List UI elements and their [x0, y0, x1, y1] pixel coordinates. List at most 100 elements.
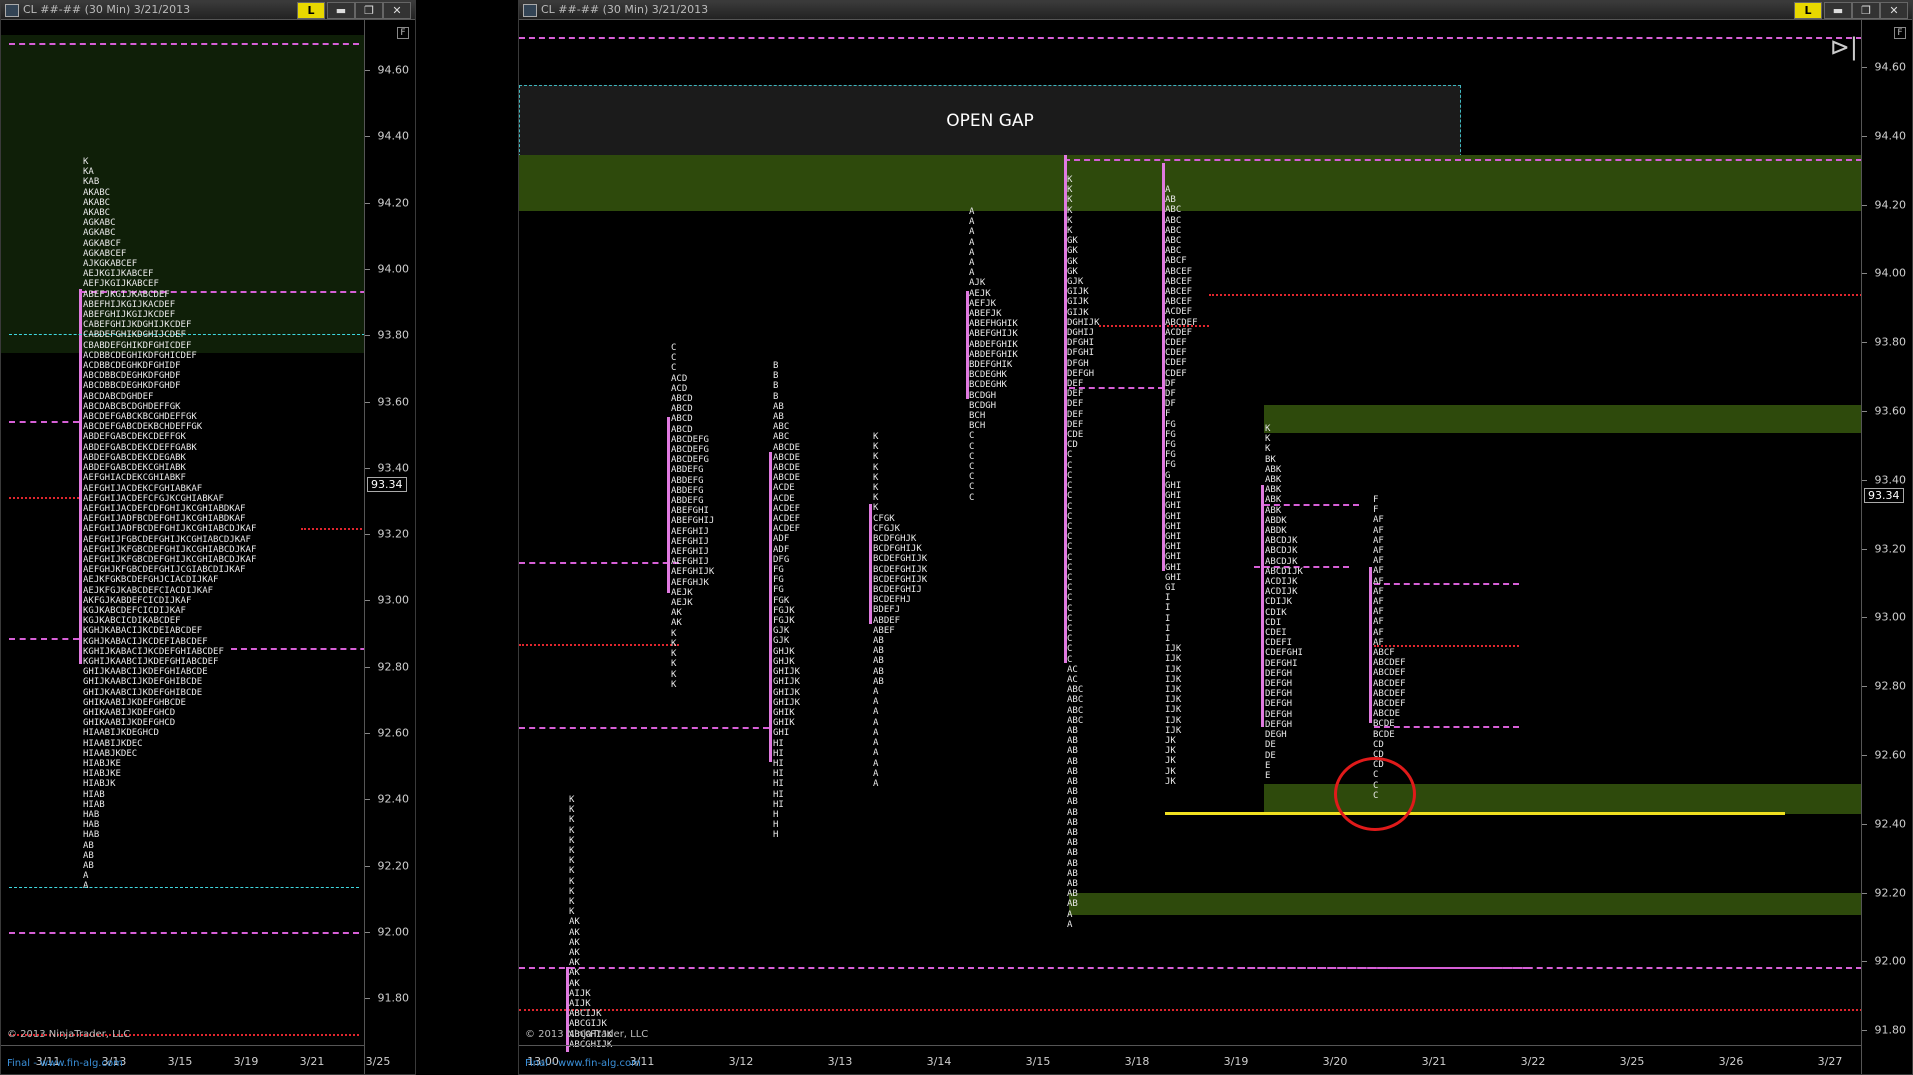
- reference-line: [519, 967, 1862, 969]
- reference-line: [519, 1009, 1862, 1011]
- price-tick-label: 93.00: [1874, 610, 1907, 624]
- date-tick-label: 3/12: [728, 1055, 754, 1068]
- date-tick-label: 3/21: [299, 1055, 325, 1068]
- price-tick-label: 94.20: [1874, 198, 1907, 212]
- play-end-icon[interactable]: ⊳|: [1830, 33, 1858, 61]
- left-plot-area[interactable]: ⊳| K KA KAB AKABC AKABC AKABC AGKABC AGK…: [1, 19, 365, 1074]
- day-profile: K K K K K K K K CFGK CFGJK BCDFGHJK BCDF…: [873, 432, 928, 789]
- price-tick-label: 93.80: [1874, 335, 1907, 349]
- price-tick-mark: [365, 467, 370, 469]
- composite-profile: K KA KAB AKABC AKABC AKABC AGKABC AGKABC…: [83, 157, 257, 892]
- reference-line: [519, 562, 679, 564]
- f-button[interactable]: F: [1894, 27, 1906, 39]
- profile-value-bar: [79, 289, 82, 664]
- price-tick-label: 94.60: [1874, 60, 1907, 74]
- price-tick-label: 94.00: [1874, 266, 1907, 280]
- reference-line: [9, 421, 79, 423]
- right-price-axis[interactable]: F 94.60 94.40 94.20 94.00 93.80 93.60 93.40 93.…: [1861, 19, 1912, 1074]
- price-tick-label: 94.00: [377, 262, 410, 276]
- reference-line: [519, 37, 1862, 39]
- poc-line: [519, 644, 679, 646]
- profile-value-bar: [667, 417, 670, 593]
- price-tick-label: 94.40: [1874, 129, 1907, 143]
- price-tick-mark: [365, 865, 370, 867]
- footer-text: Final - www.fin-alg.com: [525, 1058, 641, 1069]
- price-tick-mark: [365, 998, 370, 1000]
- date-tick-label: 3/22: [1520, 1055, 1546, 1068]
- price-tick-mark: [1862, 479, 1867, 481]
- price-tick-mark: [1862, 273, 1867, 275]
- close-button[interactable]: ✕: [1880, 2, 1908, 19]
- reference-line: [9, 932, 359, 934]
- left-chart-window: CL ##-## (30 Min) 3/21/2013 L ▬ ❐ ✕ ⊳| K…: [0, 0, 416, 1075]
- reference-line: [519, 727, 769, 729]
- footer-text: Final - www.fin-alg.com: [7, 1058, 123, 1069]
- open-gap-label: OPEN GAP: [946, 111, 1034, 131]
- chart-window-icon: [5, 4, 19, 17]
- right-plot-area[interactable]: ⊳| OPEN GAP K K K K K K K K K K K K AK A…: [519, 19, 1862, 1074]
- minimize-button[interactable]: ▬: [1824, 2, 1852, 19]
- value-area-low-line: [9, 638, 79, 640]
- price-tick-label: 92.60: [377, 726, 410, 740]
- price-tick-label: 92.80: [1874, 679, 1907, 693]
- day-profile: A AB ABC ABC ABC ABC ABC ABCF ABCEF ABCE…: [1165, 185, 1198, 787]
- price-tick-label: 93.20: [377, 527, 410, 541]
- price-tick-mark: [365, 268, 370, 270]
- price-tick-mark: [365, 733, 370, 734]
- date-tick-label: 3/21: [1421, 1055, 1447, 1068]
- right-date-axis: 13:00 3/11 3/12 3/13 3/14 3/15 3/18 3/19 3/20 3/2…: [519, 1045, 1862, 1074]
- day-profile: K K K K K K GK GK GK GK GJK GIJK GIJK GI…: [1067, 175, 1100, 930]
- poc-line: [1209, 294, 1862, 296]
- date-tick-label: 3/15: [167, 1055, 193, 1068]
- date-tick-label: 3/19: [1223, 1055, 1249, 1068]
- lock-button[interactable]: L: [1794, 2, 1822, 19]
- maximize-button[interactable]: ❐: [355, 2, 383, 19]
- price-tick-mark: [365, 202, 370, 204]
- price-tick-mark: [1862, 892, 1867, 894]
- current-price-label: 93.34: [367, 477, 407, 492]
- close-button[interactable]: ✕: [383, 2, 411, 19]
- right-title-bar[interactable]: CL ##-## (30 Min) 3/21/2013 L ▬ ❐ ✕: [519, 1, 1912, 20]
- price-tick-mark: [365, 335, 370, 337]
- lock-button[interactable]: L: [297, 2, 325, 19]
- reference-line: [9, 43, 359, 45]
- price-tick-label: 93.00: [377, 593, 410, 607]
- price-tick-mark: [365, 401, 370, 403]
- day-profile: B B B B AB AB ABC ABC ABCDE ABCDE ABCDE …: [773, 361, 801, 841]
- price-tick-mark: [365, 931, 370, 933]
- right-window-title: CL ##-## (30 Min) 3/21/2013: [541, 3, 709, 16]
- left-window-title: CL ##-## (30 Min) 3/21/2013: [23, 3, 191, 16]
- date-tick-label: 3/20: [1322, 1055, 1348, 1068]
- date-tick-label: 3/27: [1817, 1055, 1843, 1068]
- price-tick-label: 94.40: [377, 129, 410, 143]
- left-price-axis[interactable]: F 94.60 94.40 94.20 94.00 93.80 93.60 93.40 93.…: [364, 19, 415, 1074]
- price-tick-mark: [365, 799, 370, 801]
- price-tick-label: 93.60: [377, 395, 410, 408]
- copyright-text: © 2013 NinjaTrader, LLC: [7, 1029, 131, 1040]
- price-tick-mark: [365, 666, 370, 668]
- date-tick-label: 3/26: [1718, 1055, 1744, 1068]
- green-zone-bottom: [1069, 893, 1862, 915]
- minimize-button[interactable]: ▬: [327, 2, 355, 19]
- f-button[interactable]: F: [397, 27, 409, 39]
- price-tick-label: 94.60: [377, 63, 410, 77]
- price-tick-mark: [1862, 204, 1867, 206]
- poc-line: [301, 528, 365, 530]
- price-tick-mark: [1862, 961, 1867, 963]
- left-title-bar[interactable]: CL ##-## (30 Min) 3/21/2013 L ▬ ❐ ✕: [1, 1, 415, 20]
- date-tick-label: 3/19: [233, 1055, 259, 1068]
- price-tick-mark: [1862, 755, 1867, 756]
- price-tick-label: 92.00: [377, 925, 410, 939]
- maximize-button[interactable]: ❐: [1852, 2, 1880, 19]
- current-price-label: 93.34: [1864, 488, 1904, 503]
- price-tick-mark: [365, 136, 370, 138]
- open-gap-box: OPEN GAP: [519, 85, 1461, 157]
- price-tick-mark: [1862, 135, 1867, 137]
- right-chart-window: CL ##-## (30 Min) 3/21/2013 L ▬ ❐ ✕ ⊳| O…: [518, 0, 1913, 1075]
- yellow-level-line: [1165, 812, 1785, 815]
- price-tick-label: 92.20: [377, 859, 410, 873]
- green-zone-mid: [1264, 405, 1862, 433]
- day-profile: A A A A A A A AJK AEJK AEFJK ABEFJK ABEF…: [969, 207, 1018, 503]
- reference-line: [1064, 159, 1862, 161]
- price-tick-mark: [365, 534, 370, 536]
